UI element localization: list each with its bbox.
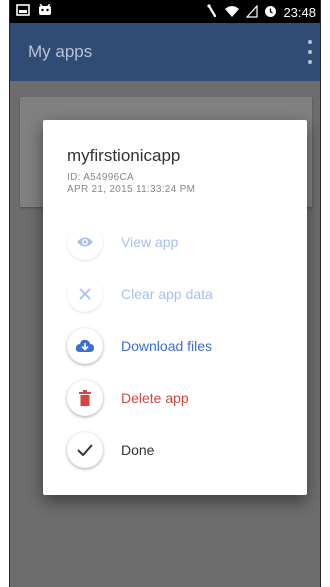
app-meta: ID: A54996CA APR 21, 2015 11:33:24 PM bbox=[67, 172, 195, 196]
overflow-menu-icon[interactable] bbox=[306, 40, 314, 64]
status-bar: 23:48 bbox=[10, 0, 320, 23]
trash-icon bbox=[67, 380, 103, 416]
download-files-label: Download files bbox=[121, 338, 213, 354]
wifi-icon bbox=[224, 5, 240, 21]
app-date: APR 21, 2015 11:33:24 PM bbox=[67, 184, 196, 195]
delete-app-button[interactable]: Delete app bbox=[67, 378, 297, 418]
signal-icon bbox=[246, 3, 259, 21]
android-icon bbox=[38, 3, 52, 19]
app-actions-dialog: myfirstionicapp ID: A54996CA APR 21, 201… bbox=[43, 120, 307, 495]
app-bar: My apps bbox=[10, 23, 320, 81]
phone-screen: 23:48 My apps myfirstionicapp ID: A54996… bbox=[9, 0, 321, 587]
delete-app-label: Delete app bbox=[121, 390, 189, 406]
done-label: Done bbox=[121, 442, 155, 458]
alarm-icon bbox=[264, 5, 277, 21]
done-button[interactable]: Done bbox=[67, 430, 297, 470]
check-icon bbox=[67, 432, 103, 468]
app-name: myfirstionicapp bbox=[67, 146, 181, 165]
view-app-button[interactable]: View app bbox=[67, 222, 297, 262]
clear-app-data-button[interactable]: Clear app data bbox=[67, 274, 297, 314]
clock-time: 23:48 bbox=[283, 5, 316, 20]
page-title: My apps bbox=[28, 42, 93, 61]
clear-app-data-label: Clear app data bbox=[121, 286, 213, 302]
download-files-button[interactable]: Download files bbox=[67, 326, 297, 366]
view-app-label: View app bbox=[121, 234, 179, 250]
eye-icon bbox=[67, 224, 103, 260]
app-id: ID: A54996CA bbox=[67, 172, 134, 183]
image-icon bbox=[16, 4, 30, 19]
close-icon bbox=[67, 276, 103, 312]
cloud-download-icon bbox=[67, 328, 103, 364]
rotate-icon bbox=[206, 4, 218, 21]
